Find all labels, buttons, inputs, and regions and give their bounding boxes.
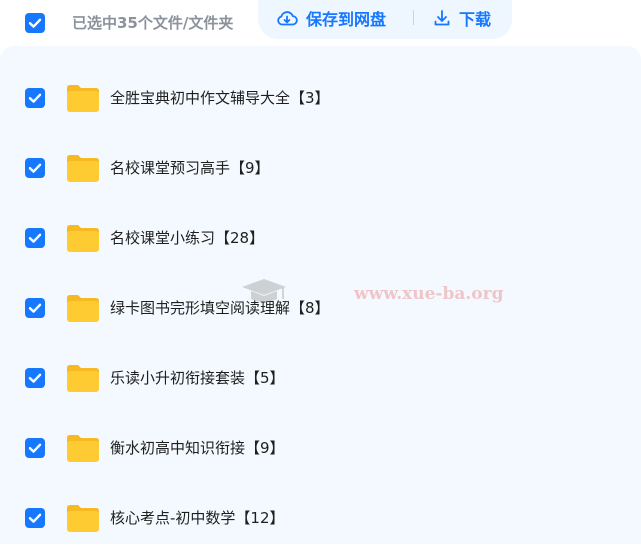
folder-icon <box>67 225 99 252</box>
download-icon <box>434 10 450 26</box>
folder-icon <box>67 365 99 392</box>
row-checkbox[interactable] <box>25 158 45 178</box>
file-row[interactable]: 衡水初高中知识衔接【9】 <box>0 396 641 466</box>
selection-toolbar: 已选中35个文件/文件夹 保存到网盘 下载 <box>0 0 641 46</box>
folder-icon <box>67 295 99 322</box>
file-name[interactable]: 名校课堂小练习【28】 <box>110 227 264 249</box>
folder-icon <box>67 155 99 182</box>
row-checkbox[interactable] <box>25 228 45 248</box>
file-name[interactable]: 核心考点-初中数学【12】 <box>110 507 285 529</box>
download-button[interactable]: 下载 <box>433 0 491 36</box>
selection-count-text: 已选中35个文件/文件夹 <box>72 14 234 32</box>
save-to-cloud-label: 保存到网盘 <box>306 10 387 29</box>
file-name[interactable]: 名校课堂预习高手【9】 <box>110 157 270 179</box>
row-checkbox[interactable] <box>25 368 45 388</box>
file-row[interactable]: 乐读小升初衔接套装【5】 <box>0 326 641 396</box>
file-name[interactable]: 全胜宝典初中作文辅导大全【3】 <box>110 87 330 109</box>
file-row[interactable]: 核心考点-初中数学【12】 <box>0 466 641 536</box>
file-row[interactable]: 全胜宝典初中作文辅导大全【3】 <box>0 46 641 116</box>
file-row[interactable]: 名校课堂预习高手【9】 <box>0 116 641 186</box>
toolbar-divider <box>413 10 414 25</box>
row-checkbox[interactable] <box>25 298 45 318</box>
file-list: 全胜宝典初中作文辅导大全【3】 名校课堂预习高手【9】 名校课堂小练习【28】 … <box>0 46 641 544</box>
folder-icon <box>67 435 99 462</box>
action-bar: 保存到网盘 下载 <box>258 0 512 39</box>
share-file-browser: 已选中35个文件/文件夹 保存到网盘 下载 全胜宝典初中作文辅导大全【3】 名校… <box>0 0 641 558</box>
file-name[interactable]: 衡水初高中知识衔接【9】 <box>110 437 285 459</box>
file-row[interactable]: 绿卡图书完形填空阅读理解【8】 <box>0 256 641 326</box>
folder-icon <box>67 85 99 112</box>
download-label: 下载 <box>459 10 492 29</box>
row-checkbox[interactable] <box>25 88 45 108</box>
select-all-checkbox[interactable] <box>25 13 45 33</box>
file-name[interactable]: 乐读小升初衔接套装【5】 <box>110 367 285 389</box>
row-checkbox[interactable] <box>25 438 45 458</box>
file-row[interactable]: 名校课堂小练习【28】 <box>0 186 641 256</box>
cloud-save-icon <box>277 11 298 26</box>
save-to-cloud-button[interactable]: 保存到网盘 <box>276 0 386 36</box>
bottom-strip <box>0 544 641 558</box>
file-name[interactable]: 绿卡图书完形填空阅读理解【8】 <box>110 297 330 319</box>
folder-icon <box>67 505 99 532</box>
row-checkbox[interactable] <box>25 508 45 528</box>
